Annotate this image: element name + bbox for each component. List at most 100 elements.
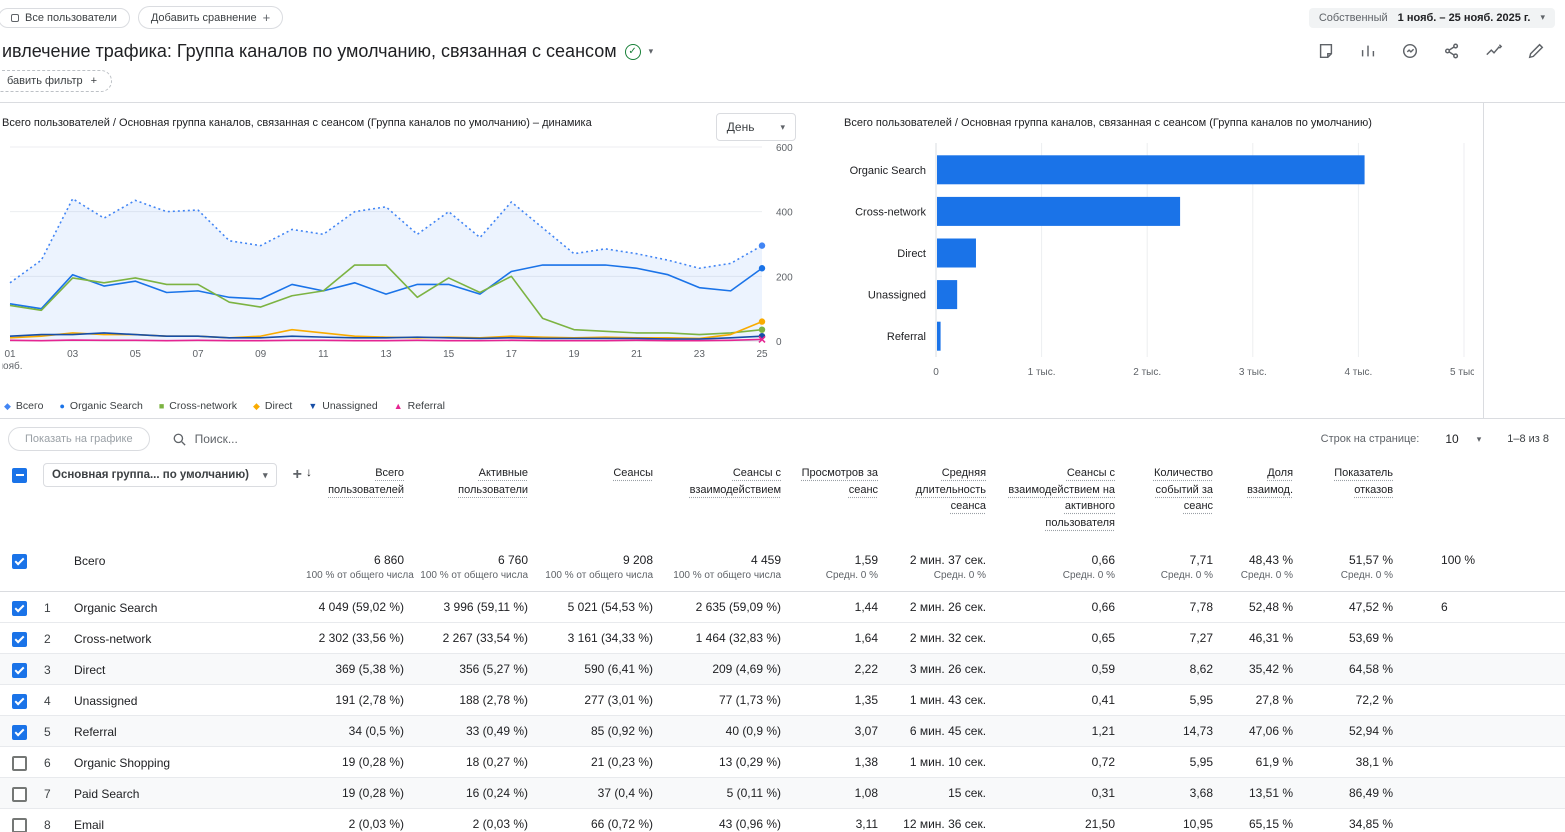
svg-text:05: 05 — [130, 349, 142, 360]
column-header-label: Средняя длительность сеанса — [894, 465, 986, 515]
legend-item[interactable]: ◆Всего — [4, 400, 43, 412]
row-checkbox[interactable] — [12, 663, 27, 678]
rows-per-page-select[interactable]: 10 ▾ — [1445, 432, 1481, 446]
metric-cell: 52,48 % — [1225, 591, 1305, 622]
metric-cell: 356 (5,27 %) — [416, 653, 540, 684]
svg-text:Unassigned: Unassigned — [868, 290, 926, 302]
svg-text:13: 13 — [380, 349, 392, 360]
legend-item[interactable]: ▼Unassigned — [308, 400, 377, 412]
channel-name: Direct — [70, 653, 302, 684]
metric-cell: 590 (6,41 %) — [540, 653, 665, 684]
channel-name: Organic Search — [70, 591, 302, 622]
metric-cell: 9 208100 % от общего числа — [540, 545, 665, 591]
column-header[interactable]: Количество событий за сеанс — [1127, 457, 1225, 545]
row-checkbox[interactable] — [12, 632, 27, 647]
column-header[interactable]: Сеансы с взаимодействием — [665, 457, 793, 545]
row-checkbox[interactable] — [12, 725, 27, 740]
date-range-picker[interactable]: Собственный 1 нояб. – 25 нояб. 2025 г. ▾ — [1309, 8, 1555, 28]
ownership-label: Собственный — [1319, 12, 1388, 24]
metric-cell: 1 464 (32,83 %) — [665, 622, 793, 653]
row-checkbox[interactable] — [12, 756, 27, 771]
svg-text:09: 09 — [255, 349, 267, 360]
legend-marker-icon: ■ — [159, 401, 164, 411]
bar-chart-title: Всего пользователей / Основная группа ка… — [844, 117, 1482, 129]
channel-name: Referral — [70, 715, 302, 746]
metric-cell: 53,69 % — [1305, 622, 1405, 653]
row-checkbox[interactable] — [12, 818, 27, 832]
add-comparison-chip[interactable]: Добавить сравнение + — [138, 6, 283, 29]
metric-cell: 15 сек. — [890, 777, 998, 808]
legend-label: Cross-network — [169, 400, 237, 412]
add-dimension-button[interactable]: + — [293, 466, 302, 484]
insights-icon[interactable] — [1401, 42, 1421, 62]
metric-cell: 51,57 %Средн. 0 % — [1305, 545, 1405, 591]
svg-text:1 тыс.: 1 тыс. — [1028, 367, 1056, 378]
totals-row[interactable]: Всего6 860100 % от общего числа6 760100 … — [0, 545, 1565, 591]
column-header[interactable]: Просмотров за сеанс — [793, 457, 890, 545]
row-checkbox-cell — [0, 684, 38, 715]
metric-cell: 2 302 (33,56 %) — [302, 622, 416, 653]
page-title: ивлечение трафика: Группа каналов по умо… — [2, 41, 617, 62]
select-all-checkbox[interactable] — [12, 468, 27, 483]
legend-item[interactable]: ●Organic Search — [59, 400, 142, 412]
line-chart[interactable]: 020040060001нояб.03050709111315171921232… — [2, 135, 802, 387]
table-row[interactable]: 5Referral34 (0,5 %)33 (0,49 %)85 (0,92 %… — [0, 715, 1565, 746]
note-icon[interactable] — [1317, 42, 1337, 62]
column-header[interactable]: Средняя длительность сеанса — [890, 457, 998, 545]
plus-icon: + — [91, 75, 97, 87]
table-row[interactable]: 6Organic Shopping19 (0,28 %)18 (0,27 %)2… — [0, 746, 1565, 777]
chevron-down-icon[interactable]: ▾ — [649, 46, 654, 57]
dimension-dropdown[interactable]: Основная группа... по умолчанию) ▾ — [43, 463, 277, 487]
column-header[interactable]: Вс — [1405, 457, 1565, 545]
share-icon[interactable] — [1443, 42, 1463, 62]
row-checkbox-cell — [0, 545, 38, 591]
row-checkbox[interactable] — [12, 601, 27, 616]
legend-item[interactable]: ■ Cross-network — [159, 400, 237, 412]
metric-cell: 47,06 % — [1225, 715, 1305, 746]
metric-cell: 5 021 (54,53 %) — [540, 591, 665, 622]
search-input[interactable] — [195, 432, 415, 446]
metric-cell: 40 (0,9 %) — [665, 715, 793, 746]
metric-cell: 13,51 % — [1225, 777, 1305, 808]
report-table: Основная группа... по умолчанию) ▾ + ↓Вс… — [0, 457, 1565, 832]
legend-item[interactable]: ▲Referral — [394, 400, 445, 412]
trend-icon[interactable] — [1485, 42, 1505, 62]
add-filter-chip[interactable]: бавить фильтр + — [0, 70, 112, 92]
table-row[interactable]: 2Cross-network2 302 (33,56 %)2 267 (33,5… — [0, 622, 1565, 653]
data-quality-icon[interactable]: ✓ — [625, 44, 641, 60]
metric-cell: 61,9 % — [1225, 746, 1305, 777]
legend-item[interactable]: ◆Direct — [253, 400, 292, 412]
chevron-down-icon: ▾ — [263, 470, 268, 481]
column-header[interactable]: Показатель отказов — [1305, 457, 1405, 545]
column-header[interactable]: ↓Всего пользователей — [302, 457, 416, 545]
metric-cell: 3 161 (34,33 %) — [540, 622, 665, 653]
svg-text:600: 600 — [776, 143, 793, 154]
interval-select[interactable]: День ▾ — [716, 113, 796, 141]
column-header[interactable]: Доля взаимод. — [1225, 457, 1305, 545]
sort-desc-icon[interactable]: ↓ — [306, 465, 312, 498]
legend-marker-icon: ▼ — [308, 401, 317, 411]
plot-rows-button[interactable]: Показать на графике — [8, 427, 150, 451]
svg-text:11: 11 — [318, 349, 329, 360]
column-header[interactable]: Активные пользователи — [416, 457, 540, 545]
column-header[interactable]: Сеансы с взаимодействием на активного по… — [998, 457, 1127, 545]
row-checkbox[interactable] — [12, 787, 27, 802]
row-checkbox[interactable] — [12, 554, 27, 569]
chart-columns-icon[interactable] — [1359, 42, 1379, 62]
metric-cell: 2 635 (59,09 %) — [665, 591, 793, 622]
svg-text:нояб.: нояб. — [2, 360, 23, 372]
filter-bar: бавить фильтр + — [0, 66, 1565, 102]
table-row[interactable]: 3Direct369 (5,38 %)356 (5,27 %)590 (6,41… — [0, 653, 1565, 684]
table-row[interactable]: 8Email2 (0,03 %)2 (0,03 %)66 (0,72 %)43 … — [0, 808, 1565, 832]
all-users-chip[interactable]: Все пользователи — [0, 8, 130, 28]
column-header[interactable]: Сеансы — [540, 457, 665, 545]
edit-icon[interactable] — [1527, 42, 1547, 62]
row-checkbox[interactable] — [12, 694, 27, 709]
table-row[interactable]: 4Unassigned191 (2,78 %)188 (2,78 %)277 (… — [0, 684, 1565, 715]
table-row[interactable]: 7Paid Search19 (0,28 %)16 (0,24 %)37 (0,… — [0, 777, 1565, 808]
column-header-label: Активные пользователи — [420, 465, 528, 498]
metric-cell: 100 % — [1405, 545, 1565, 591]
bar-chart[interactable]: 01 тыс.2 тыс.3 тыс.4 тыс.5 тыс.Organic S… — [844, 135, 1474, 393]
table-row[interactable]: 1Organic Search4 049 (59,02 %)3 996 (59,… — [0, 591, 1565, 622]
metric-cell: 7,27 — [1127, 622, 1225, 653]
